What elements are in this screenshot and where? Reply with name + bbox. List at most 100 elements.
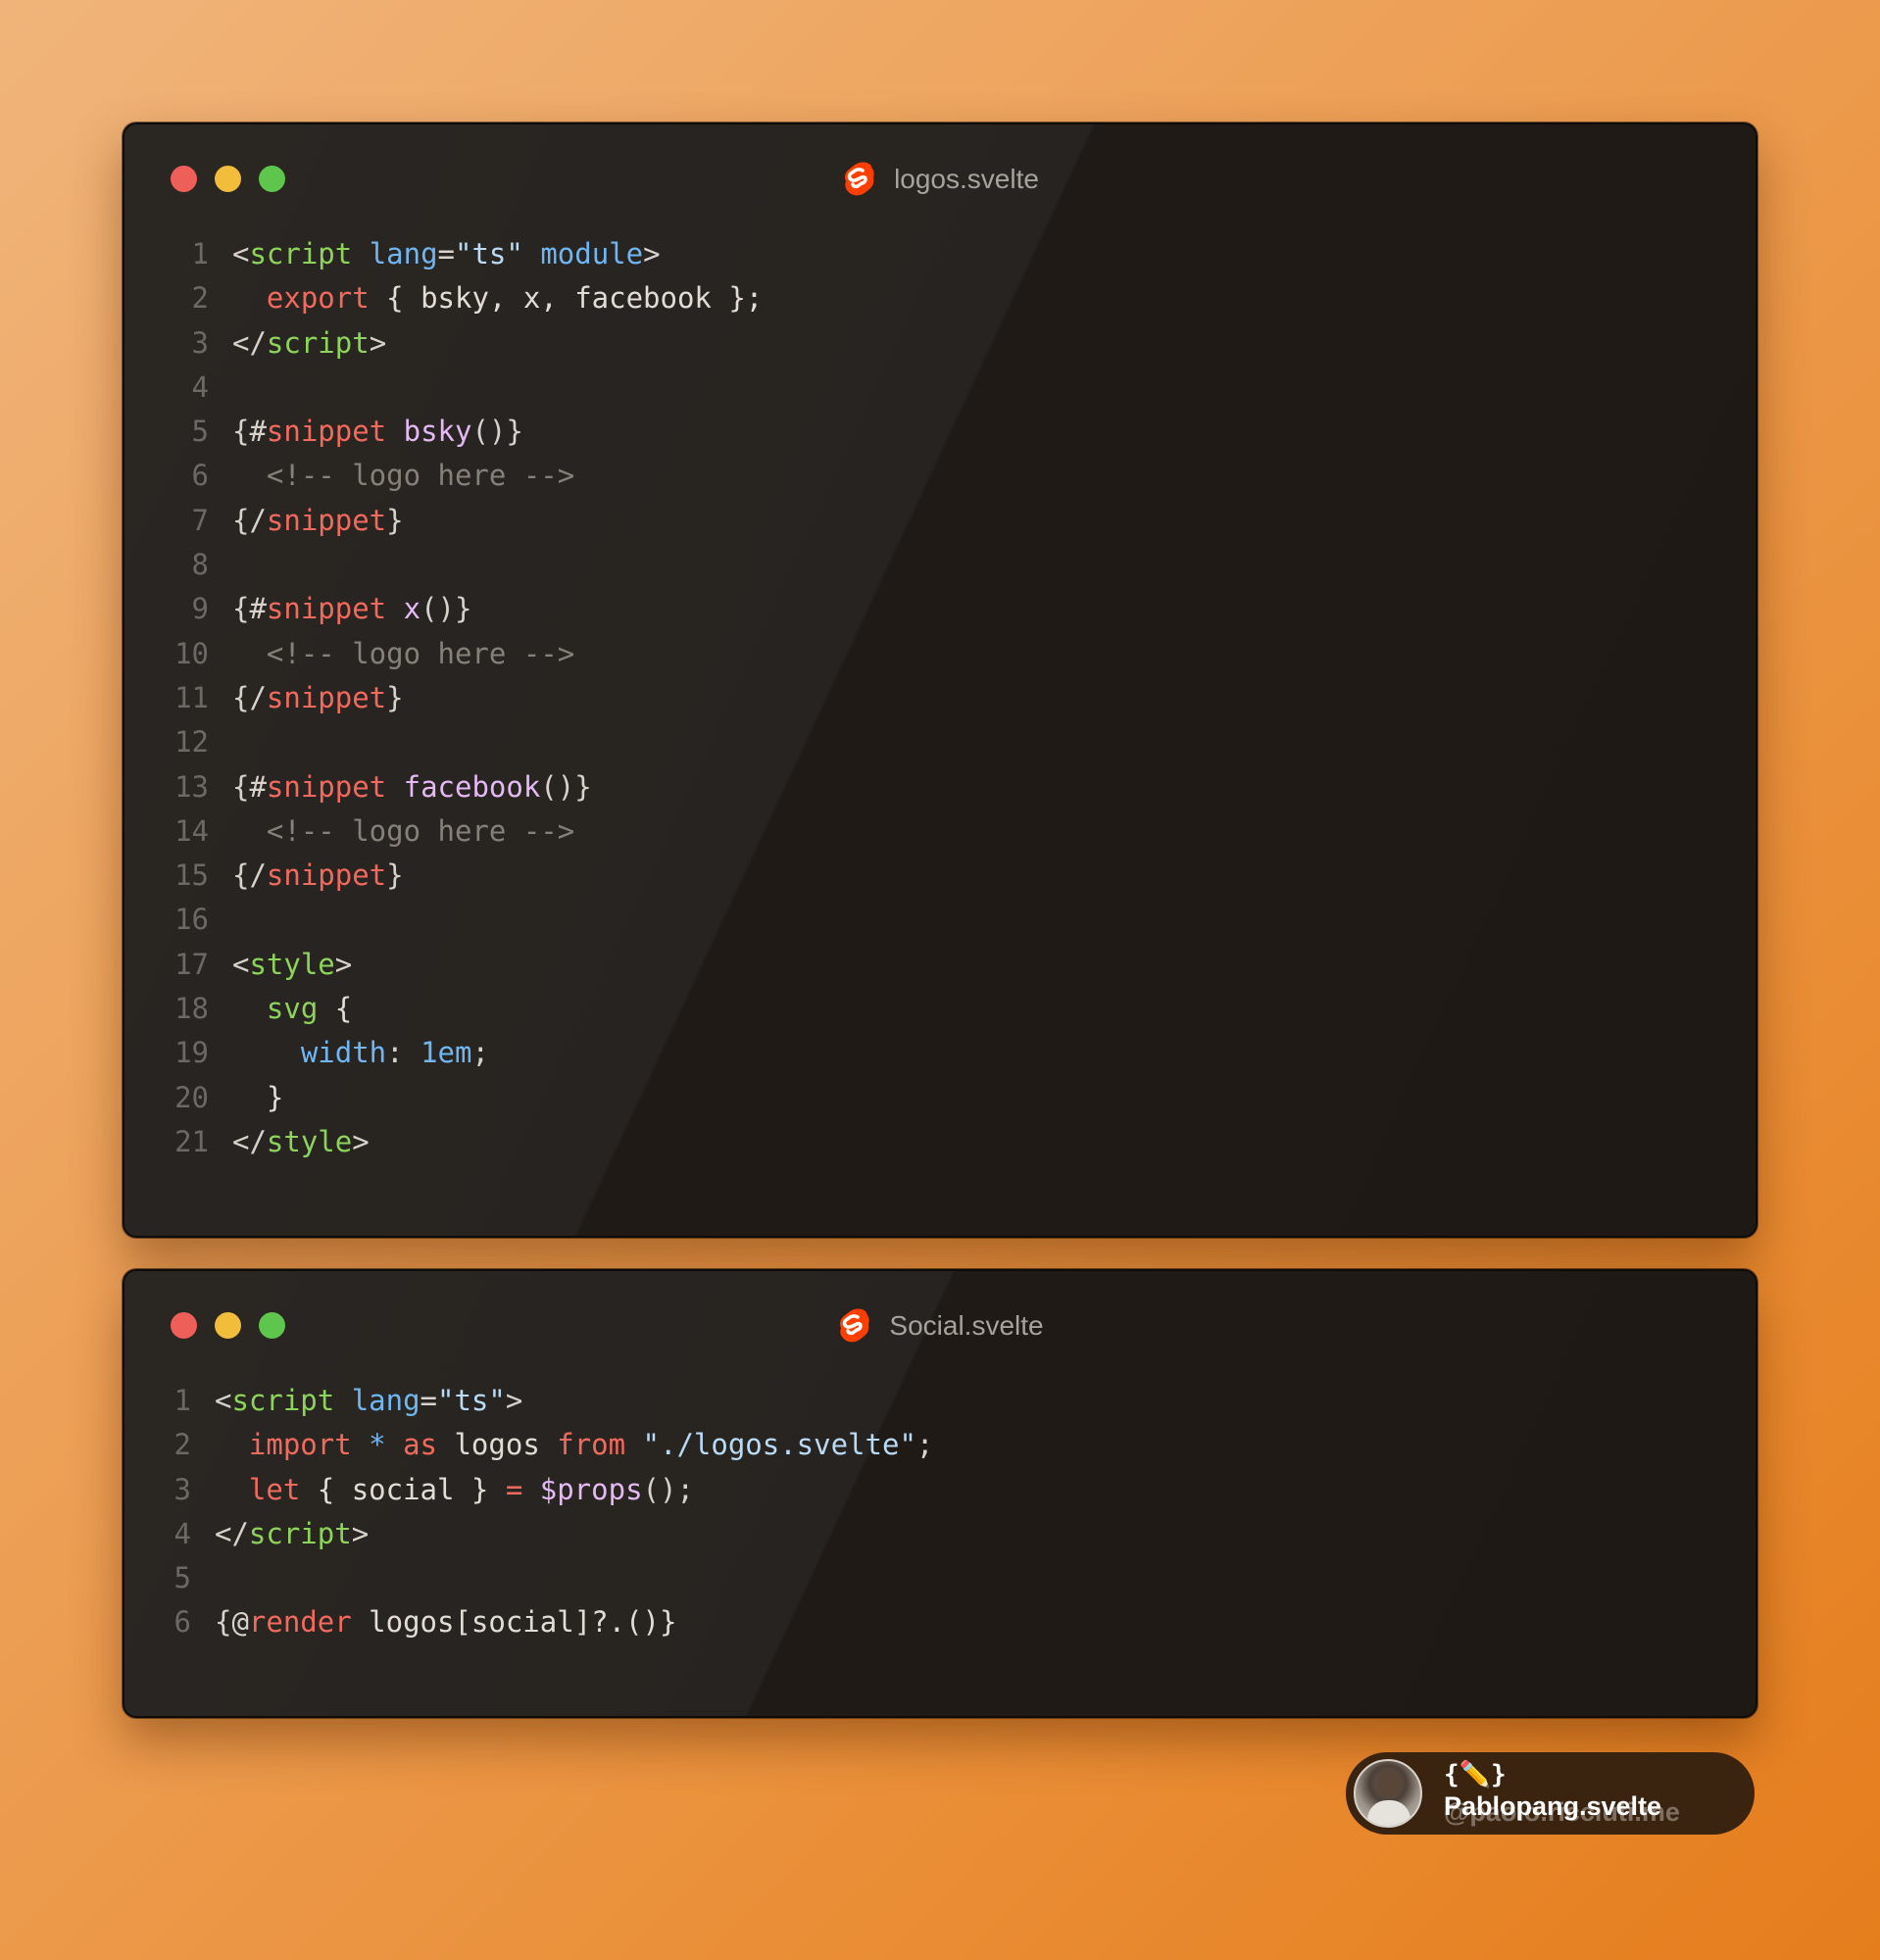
code-token: module — [540, 237, 644, 270]
code-line: 17 <style> — [124, 943, 1756, 987]
code-token: {@ — [215, 1605, 249, 1640]
line-number: 3 — [173, 1472, 191, 1506]
code-token: snippet — [266, 680, 387, 714]
author-name: Pablopang.svelte — [1444, 1791, 1662, 1821]
code-line: 15 {/snippet} — [124, 854, 1756, 898]
code-line: 21 </style> — [124, 1120, 1756, 1164]
code-token: : — [386, 1036, 421, 1070]
code-line: 14 <!-- logo here --> — [124, 809, 1756, 854]
code-editor[interactable]: 1 <script lang="ts"> 2 import * as logos f… — [124, 1379, 1756, 1645]
code-line: 7 {/snippet} — [124, 499, 1756, 543]
svelte-logo-icon — [845, 162, 874, 196]
code-line: 3 let { social } = $props(); — [124, 1468, 1756, 1512]
line-number: 9 — [191, 592, 209, 626]
code-line: 9 {#snippet x()} — [124, 587, 1756, 631]
line-number: 2 — [173, 1428, 191, 1462]
code-token: {/ — [232, 680, 267, 714]
line-number: 10 — [174, 636, 209, 670]
code-text: {/snippet} — [209, 499, 404, 543]
code-window-logos: logos.svelte 1 <script lang="ts" module> 2… — [123, 122, 1757, 1238]
code-token: render — [248, 1605, 352, 1640]
line-number: 4 — [191, 369, 209, 404]
code-token: snippet — [266, 503, 387, 537]
code-line: 13 {#snippet facebook()} — [124, 765, 1756, 809]
line-number: 11 — [174, 680, 209, 714]
line-number: 3 — [191, 325, 209, 360]
code-line: 4 </script> — [124, 1512, 1756, 1556]
code-line: 10 <!-- logo here --> — [124, 632, 1756, 676]
code-token: = — [420, 1384, 438, 1417]
code-token: $props — [539, 1472, 643, 1506]
line-number: 13 — [174, 769, 209, 804]
code-line: 18 svg { — [124, 987, 1756, 1031]
code-text: {#snippet facebook()} — [209, 765, 592, 809]
code-token: ()} — [421, 592, 472, 626]
code-text: {#snippet bsky()} — [209, 410, 523, 454]
code-text: <script lang="ts"> — [191, 1379, 522, 1423]
line-number: 4 — [173, 1516, 191, 1550]
line-number: 1 — [173, 1384, 191, 1417]
code-line: 3 </script> — [124, 321, 1756, 366]
code-token: snippet — [266, 858, 387, 893]
code-text: let { social } = $props(); — [191, 1468, 694, 1512]
window-titlebar: logos.svelte — [124, 124, 1756, 232]
code-token: "./logos.svelte" — [642, 1428, 916, 1462]
code-token: snippet — [266, 415, 387, 449]
code-token: script — [248, 1516, 352, 1550]
code-token: { — [318, 992, 353, 1026]
code-text: } — [209, 1076, 283, 1120]
code-token: snippet — [266, 592, 387, 626]
code-line: 5 {#snippet bsky()} — [124, 410, 1756, 454]
filename-label: logos.svelte — [894, 164, 1039, 194]
code-token: ; — [471, 1036, 489, 1070]
code-token: ()} — [540, 769, 592, 804]
code-token: > — [351, 1516, 370, 1550]
code-token: ; — [915, 1428, 934, 1462]
code-line: 2 import * as logos from "./logos.svelte… — [124, 1423, 1756, 1467]
code-token: script — [249, 237, 353, 270]
author-badge[interactable]: {✏️} @paolo.ricciuti.me Pablopang.svelte — [1346, 1752, 1755, 1835]
code-token: 1em — [421, 1036, 472, 1070]
line-number: 5 — [191, 415, 209, 449]
code-line: 16 — [124, 898, 1756, 942]
code-line: 12 — [124, 720, 1756, 764]
line-number: 5 — [173, 1561, 191, 1595]
code-token: lang — [351, 1384, 421, 1417]
code-text: <!-- logo here --> — [209, 632, 574, 676]
code-line: 1 <script lang="ts" module> — [124, 232, 1756, 276]
code-token: lang — [369, 237, 438, 270]
code-editor[interactable]: 1 <script lang="ts" module> 2 export { bsk… — [124, 232, 1756, 1164]
code-text: <script lang="ts" module> — [209, 232, 661, 276]
code-text: {#snippet x()} — [209, 587, 471, 631]
code-token: > — [369, 325, 387, 360]
code-token: "ts" — [455, 237, 523, 270]
code-token: </ — [232, 1124, 267, 1158]
code-token: {# — [232, 415, 267, 449]
code-text: <!-- logo here --> — [209, 809, 574, 854]
avatar — [1354, 1759, 1422, 1828]
code-token: > — [643, 237, 661, 270]
code-token: from — [557, 1428, 626, 1462]
code-token: < — [215, 1384, 232, 1417]
code-token: ()} — [471, 415, 523, 449]
code-token: script — [266, 325, 370, 360]
code-token: </ — [215, 1516, 249, 1550]
code-line: 11 {/snippet} — [124, 676, 1756, 720]
svelte-logo-icon — [840, 1308, 870, 1343]
code-token: { social } — [300, 1472, 506, 1506]
code-token: = — [437, 237, 456, 270]
code-line: 4 — [124, 366, 1756, 410]
code-token: < — [232, 237, 250, 270]
code-token: snippet — [266, 769, 387, 804]
